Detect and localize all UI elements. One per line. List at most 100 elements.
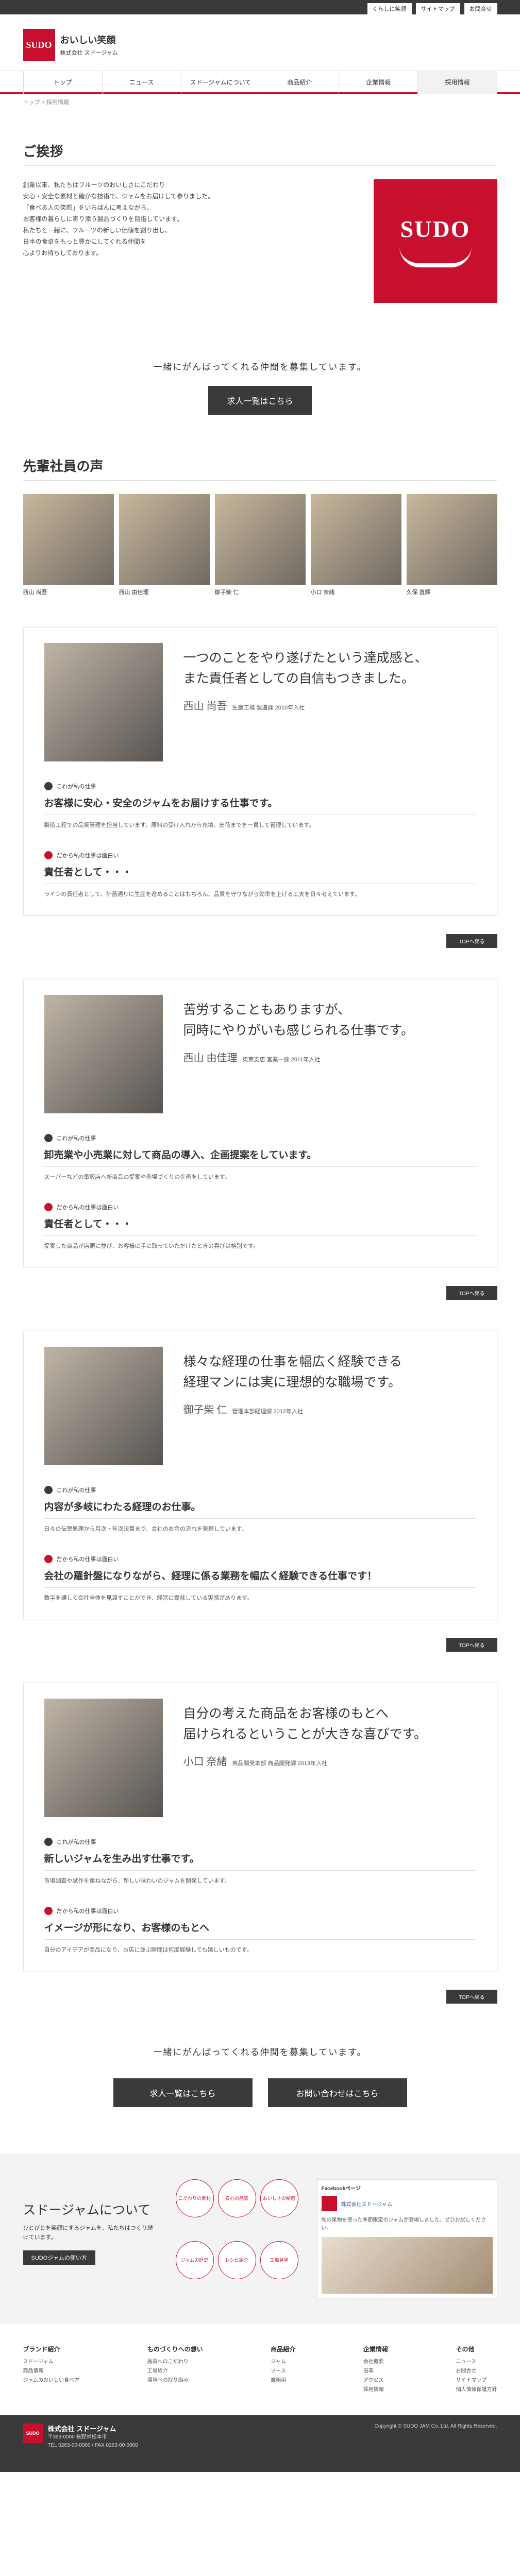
footer-logo[interactable]: SUDO	[23, 2424, 43, 2443]
interview-name: 西山 由佳理 東京支店 営業一課 2011年入社	[183, 1053, 321, 1064]
greeting-line: 日本の食卓をもっと豊かにしてくれる仲間を	[23, 238, 146, 245]
answer-text: スーパーなどの量販店へ新商品の提案や売場づくりの企画をしています。	[44, 1174, 230, 1180]
facebook-post-image	[321, 2237, 493, 2294]
staff-thumb[interactable]: 小口 奈緒	[310, 494, 401, 596]
sitemap-link[interactable]: 業務用	[271, 2376, 295, 2385]
interview-card: 自分の考えた商品をお客様のもとへ 届けられるということが大きな喜びです。 小口 奈…	[23, 1683, 497, 1971]
recruit-message: 一緒にがんばってくれる仲間を募集しています。	[153, 362, 367, 372]
sitemap-heading[interactable]: 企業情報	[363, 2345, 388, 2353]
nav-top[interactable]: トップ	[23, 71, 102, 94]
job-list-button-bottom[interactable]: 求人一覧はこちら	[113, 2078, 253, 2107]
greeting-line: 創業以来、私たちはフルーツのおいしさにこだわり	[23, 181, 165, 189]
about-circle-link[interactable]: おいしさの秘密	[260, 2179, 298, 2217]
sitemap-link[interactable]: お問合せ	[456, 2367, 497, 2376]
logo-tagline: おいしい笑顔	[60, 35, 116, 45]
facebook-widget[interactable]: Facebookページ 株式会社スドージャム 旬の果物を使った季節限定のジャムが…	[316, 2179, 497, 2298]
main-nav: トップ ニュース スドージャムについて 商品紹介 企業情報 採用情報	[0, 71, 520, 94]
sitemap-link[interactable]: 商品情報	[23, 2367, 80, 2376]
sitemap-link[interactable]: ジャムのおいしい食べ方	[23, 2376, 80, 2385]
sitemap-link[interactable]: 個人情報保護方針	[456, 2385, 497, 2395]
staff-thumb[interactable]: 西山 尚吾	[23, 494, 114, 596]
nav-news[interactable]: ニュース	[102, 71, 181, 94]
facebook-post-text: 旬の果物を使った季節限定のジャムが登場しました。ぜひお試しください。	[321, 2217, 487, 2231]
top-link-sitemap[interactable]: サイトマップ	[415, 3, 460, 14]
about-circle-link[interactable]: レシピ紹介	[217, 2241, 256, 2279]
bullet-icon	[44, 851, 53, 859]
logo-company: 株式会社 スドージャム	[60, 50, 118, 56]
site-logo[interactable]: SUDO おいしい笑顔 株式会社 スドージャム	[23, 29, 118, 61]
answer-text: ラインの責任者として、計画通りに生産を進めることはもちろん、品質を守りながら効率…	[44, 891, 360, 897]
interview-name: 西山 尚吾 生産工場 製造課 2010年入社	[183, 701, 305, 712]
answer-text: 提案した商品が店頭に並び、お客様に手に取っていただけたときの喜びは格別です。	[44, 1243, 259, 1249]
sitemap-heading[interactable]: 商品紹介	[271, 2345, 295, 2353]
bullet-icon	[44, 1838, 53, 1846]
sitemap-link[interactable]: 環境への取り組み	[147, 2376, 203, 2385]
nav-company[interactable]: 企業情報	[339, 71, 417, 94]
page-top-button[interactable]: TOPへ戻る	[446, 1638, 497, 1652]
sitemap-link[interactable]: ジャム	[271, 2358, 295, 2367]
question-label: だから私の仕事は面白い	[44, 1203, 476, 1211]
about-circle-link[interactable]: ジャムの歴史	[175, 2241, 214, 2279]
page-top-button[interactable]: TOPへ戻る	[446, 1286, 497, 1300]
about-link-button[interactable]: SUDOジャムの使い方	[23, 2250, 95, 2265]
about-circle-link[interactable]: 工場見学	[260, 2241, 298, 2279]
question-label: だから私の仕事は面白い	[44, 1555, 476, 1563]
sitemap-link[interactable]: 会社概要	[363, 2358, 388, 2367]
page-top-button[interactable]: TOPへ戻る	[446, 1990, 497, 2004]
about-text: ひとびとを笑顔にするジャムを、私たちはつくり続けています。	[23, 2225, 153, 2241]
greeting-line: 安心・安全な素材と確かな技術で、ジャムをお届けして参りました。	[23, 193, 214, 200]
sitemap-link[interactable]: 採用情報	[363, 2385, 388, 2395]
sitemap-link[interactable]: ソース	[271, 2367, 295, 2376]
sitemap-heading[interactable]: ブランド紹介	[23, 2345, 80, 2353]
greeting-title: ご挨拶	[23, 141, 497, 166]
staff-thumb[interactable]: 御子柴 仁	[214, 494, 306, 596]
greeting-line: お客様の暮らしに寄り添う製品づくりを目指しています。	[23, 215, 183, 223]
about-circle-link[interactable]: 安心の品質	[217, 2179, 256, 2217]
staff-thumb[interactable]: 久保 直輝	[406, 494, 497, 596]
question-label: これが私の仕事	[44, 1486, 476, 1494]
footer-tel: TEL 0263-00-0000 / FAX 0263-00-0000	[47, 2443, 138, 2448]
greeting-line: 心よりお待ちしております。	[23, 249, 103, 257]
staff-thumb-caption: 久保 直輝	[406, 589, 431, 596]
footer-company-name: 株式会社 スドージャム	[47, 2425, 116, 2433]
answer-title: 責任者として・・・	[44, 865, 476, 884]
answer-text: 自分のアイデアが商品になり、お店に並ぶ瞬間は何度経験しても嬉しいものです。	[44, 1947, 253, 1953]
sitemap-link[interactable]: 沿革	[363, 2367, 388, 2376]
sudo-logo-text: SUDO	[400, 215, 471, 242]
nav-products[interactable]: 商品紹介	[260, 71, 339, 94]
sitemap-link[interactable]: 品質へのこだわり	[147, 2358, 203, 2367]
job-list-button[interactable]: 求人一覧はこちら	[208, 386, 312, 415]
staff-photo	[310, 494, 401, 585]
top-bar: くらしに笑顔 サイトマップ お問合せ	[0, 0, 520, 14]
sitemap-heading[interactable]: その他	[456, 2345, 497, 2353]
staff-photo	[23, 494, 114, 585]
interview-card: 様々な経理の仕事を幅広く経験できる 経理マンには実に理想的な職場です。 御子柴 仁…	[23, 1331, 497, 1619]
answer-text: 製造工程での品質管理を担当しています。原料の受け入れから充填、出荷までを一貫して…	[44, 822, 315, 828]
facebook-page-name[interactable]: 株式会社スドージャム	[341, 2200, 392, 2208]
nav-recruit[interactable]: 採用情報	[417, 71, 497, 94]
top-link-kurashi[interactable]: くらしに笑顔	[367, 3, 412, 14]
answer-text: 市場調査や試作を重ねながら、新しい味わいのジャムを開発しています。	[44, 1878, 230, 1884]
page-top-button[interactable]: TOPへ戻る	[446, 934, 497, 948]
staff-thumb[interactable]: 西山 由佳理	[119, 494, 210, 596]
about-circle-link[interactable]: こだわりの素材	[175, 2179, 214, 2217]
sitemap-link[interactable]: アクセス	[363, 2376, 388, 2385]
sitemap-link[interactable]: サイトマップ	[456, 2376, 497, 2385]
sitemap-heading[interactable]: ものづくりへの想い	[147, 2345, 203, 2353]
interview-lead: 一つのことをやり遂げたという達成感と、 また責任者としての自信もつきました。	[183, 651, 428, 686]
top-link-contact[interactable]: お問合せ	[464, 3, 497, 14]
nav-about[interactable]: スドージャムについて	[180, 71, 260, 94]
about-circles: こだわりの素材 安心の品質 おいしさの秘密 ジャムの歴史 レシピ紹介 工場見学	[173, 2179, 301, 2298]
staff-thumb-caption: 小口 奈緒	[310, 589, 335, 596]
question-label: だから私の仕事は面白い	[44, 851, 476, 859]
staff-photo	[214, 494, 306, 585]
interview-lead: 自分の考えた商品をお客様のもとへ 届けられるということが大きな喜びです。	[183, 1707, 427, 1741]
answer-title: 卸売業や小売業に対して商品の導入、企画提案をしています。	[44, 1147, 476, 1167]
sitemap-link[interactable]: スドージャム	[23, 2358, 80, 2367]
logo-mark: SUDO	[23, 29, 55, 61]
facebook-avatar	[321, 2196, 337, 2211]
sitemap-link[interactable]: 工場紹介	[147, 2367, 203, 2376]
interview-photo	[44, 643, 163, 761]
sitemap-link[interactable]: ニュース	[456, 2358, 497, 2367]
contact-button[interactable]: お問い合わせはこちら	[267, 2078, 407, 2107]
